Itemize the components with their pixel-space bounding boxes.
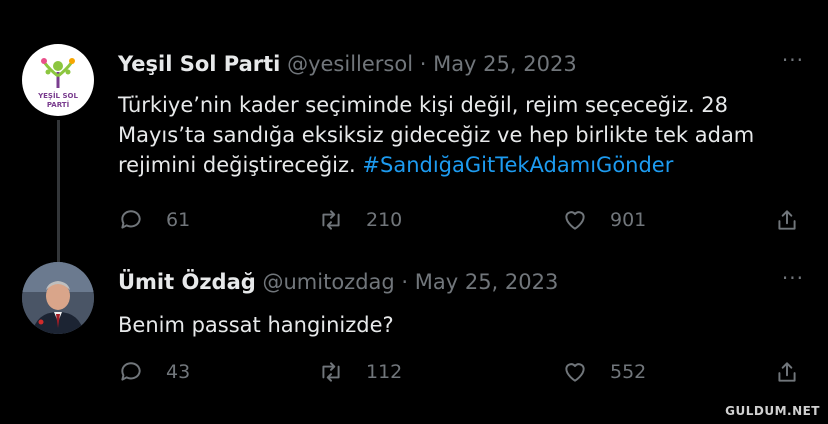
hashtag-link[interactable]: #SandığaGitTekAdamıGönder xyxy=(362,153,673,177)
thread-line xyxy=(57,120,60,262)
more-options-button[interactable]: ··· xyxy=(782,48,804,72)
retweet-icon xyxy=(322,210,340,230)
tweet-text: Türkiye’nin kader seçiminde kişi değil, … xyxy=(118,90,798,180)
profile-photo xyxy=(22,262,94,334)
like-button[interactable]: 552 xyxy=(562,358,646,386)
logo-text-line1: YEŞİL SOL xyxy=(37,91,78,100)
tweet-actions: 43 112 552 xyxy=(118,358,808,386)
reply-count: 61 xyxy=(166,209,191,231)
share-button[interactable] xyxy=(774,206,800,234)
logo-text-line2: PARTİ xyxy=(47,100,69,109)
retweet-button[interactable]: 112 xyxy=(318,358,402,386)
like-count: 901 xyxy=(610,209,647,231)
tweet-header: Yeşil Sol Parti @yesillersol · May 25, 2… xyxy=(118,52,577,76)
reply-count: 43 xyxy=(166,361,191,383)
handle-date[interactable]: @umitozdag · May 25, 2023 xyxy=(262,270,558,294)
tweet-body: Benim passat hanginizde? xyxy=(118,313,394,337)
tweet-text: Benim passat hanginizde? xyxy=(118,310,798,340)
reply-button[interactable]: 61 xyxy=(118,206,190,234)
like-button[interactable]: 901 xyxy=(562,206,646,234)
tweet-header: Ümit Özdağ @umitozdag · May 25, 2023 xyxy=(118,270,558,294)
display-name[interactable]: Yeşil Sol Parti xyxy=(118,52,280,76)
tweet-umit-ozdag[interactable]: Ümit Özdağ @umitozdag · May 25, 2023 ···… xyxy=(0,250,828,424)
share-icon xyxy=(778,210,796,230)
tweet-yesil-sol[interactable]: YEŞİL SOL PARTİ Yeşil Sol Parti @yesille… xyxy=(0,0,828,262)
reply-icon xyxy=(121,210,141,229)
handle-date[interactable]: @yesillersol · May 25, 2023 xyxy=(287,52,577,76)
tweet-actions: 61 210 901 xyxy=(118,206,808,234)
watermark: GULDUM.NET xyxy=(725,404,820,418)
reply-icon xyxy=(121,362,141,381)
avatar[interactable]: YEŞİL SOL PARTİ xyxy=(22,44,94,116)
retweet-icon xyxy=(322,362,340,382)
display-name[interactable]: Ümit Özdağ xyxy=(118,270,256,294)
more-options-button[interactable]: ··· xyxy=(782,266,804,290)
reply-button[interactable]: 43 xyxy=(118,358,190,386)
heart-icon xyxy=(565,211,585,230)
heart-icon xyxy=(565,363,585,382)
avatar[interactable] xyxy=(22,262,94,334)
share-icon xyxy=(778,362,796,382)
party-logo-icon: YEŞİL SOL PARTİ xyxy=(37,58,78,109)
retweet-count: 112 xyxy=(366,361,403,383)
share-button[interactable] xyxy=(774,358,800,386)
retweet-count: 210 xyxy=(366,209,403,231)
retweet-button[interactable]: 210 xyxy=(318,206,402,234)
like-count: 552 xyxy=(610,361,647,383)
